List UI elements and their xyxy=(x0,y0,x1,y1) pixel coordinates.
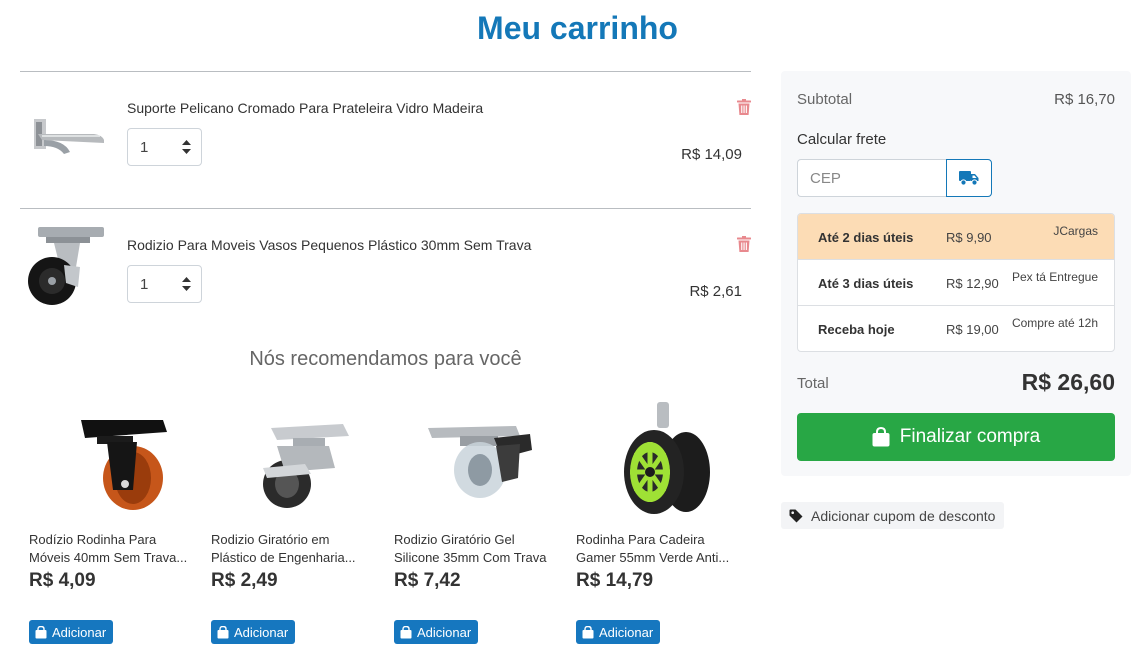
recommendations-title: Nós recomendamos para você xyxy=(249,348,522,370)
total-label: Total xyxy=(797,375,829,392)
cart-item-price: R$ 14,09 xyxy=(681,146,742,163)
shipping-calc-label: Calcular frete xyxy=(797,131,887,148)
product-name[interactable]: Rodizio Giratório Gel Silicone 35mm Com … xyxy=(394,531,566,567)
sort-arrows-icon xyxy=(182,277,191,291)
shipping-price: R$ 12,90 xyxy=(946,276,999,291)
shipping-price: R$ 19,00 xyxy=(946,322,999,337)
add-to-cart-button[interactable]: Adicionar xyxy=(394,620,479,644)
cart-item: Suporte Pelicano Cromado Para Prateleira… xyxy=(20,72,751,192)
cart-item: Rodizio Para Moveis Vasos Pequenos Plást… xyxy=(20,209,751,329)
product-image[interactable] xyxy=(598,398,724,518)
product-image[interactable] xyxy=(233,398,359,518)
quantity-value: 1 xyxy=(140,276,149,293)
coupon-label: Adicionar cupom de desconto xyxy=(811,507,996,524)
add-to-cart-button[interactable]: Adicionar xyxy=(29,620,114,644)
calculate-shipping-button[interactable] xyxy=(946,159,992,197)
shipping-options: Até 2 dias úteis R$ 9,90 JCargas Até 3 d… xyxy=(797,213,1115,352)
checkout-label: Finalizar compra xyxy=(899,426,1041,447)
shipping-days: Receba hoje xyxy=(818,322,895,337)
product-price: R$ 2,49 xyxy=(211,570,278,591)
shipping-price: R$ 9,90 xyxy=(946,230,992,245)
order-summary: Subtotal R$ 16,70 Calcular frete Até 2 d… xyxy=(781,71,1131,476)
shelf-bracket-image xyxy=(34,119,104,154)
trash-icon[interactable] xyxy=(737,99,751,115)
truck-icon xyxy=(959,171,979,186)
shopping-bag-icon xyxy=(400,625,412,638)
subtotal-label: Subtotal xyxy=(797,91,853,108)
add-coupon-button[interactable]: Adicionar cupom de desconto xyxy=(781,502,1005,529)
recommended-product: Rodizio Giratório em Plástico de Engenha… xyxy=(211,398,383,648)
cart-item-price: R$ 2,61 xyxy=(689,283,742,300)
product-image[interactable] xyxy=(51,398,177,518)
checkout-button[interactable]: Finalizar compra xyxy=(797,413,1115,461)
recommended-product: Rodizio Giratório Gel Silicone 35mm Com … xyxy=(394,398,566,648)
recommended-product: Rodízio Rodinha Para Móveis 40mm Sem Tra… xyxy=(29,398,201,648)
add-to-cart-button[interactable]: Adicionar xyxy=(576,620,661,644)
cart-item-name[interactable]: Rodizio Para Moveis Vasos Pequenos Plást… xyxy=(127,237,531,253)
subtotal-row: Subtotal R$ 16,70 xyxy=(797,91,1115,108)
cart-item-name[interactable]: Suporte Pelicano Cromado Para Prateleira… xyxy=(127,100,483,116)
tag-icon xyxy=(789,509,803,522)
product-name[interactable]: Rodinha Para Cadeira Gamer 55mm Verde An… xyxy=(576,531,748,567)
total-value: R$ 26,60 xyxy=(1021,369,1115,395)
add-to-cart-button[interactable]: Adicionar xyxy=(211,620,296,644)
cep-input[interactable] xyxy=(797,159,947,197)
shipping-carrier: Pex tá Entregue xyxy=(1011,270,1098,284)
shipping-days: Até 3 dias úteis xyxy=(818,276,914,291)
sort-arrows-icon xyxy=(182,140,191,154)
shipping-option[interactable]: Receba hoje R$ 19,00 Compre até 12h xyxy=(798,306,1114,351)
shopping-bag-icon xyxy=(35,625,47,638)
shipping-option[interactable]: Até 3 dias úteis R$ 12,90 Pex tá Entregu… xyxy=(798,260,1114,306)
trash-icon[interactable] xyxy=(737,236,751,252)
product-image[interactable] xyxy=(416,398,542,518)
shopping-bag-icon xyxy=(217,625,229,638)
page-title: Meu carrinho xyxy=(477,10,678,46)
subtotal-value: R$ 16,70 xyxy=(1054,91,1115,108)
shipping-option[interactable]: Até 2 dias úteis R$ 9,90 JCargas xyxy=(798,214,1114,260)
quantity-value: 1 xyxy=(140,139,149,156)
product-price: R$ 14,79 xyxy=(576,570,654,591)
caster-wheel-image xyxy=(28,227,104,305)
product-name[interactable]: Rodízio Rodinha Para Móveis 40mm Sem Tra… xyxy=(29,531,201,567)
product-name[interactable]: Rodizio Giratório em Plástico de Engenha… xyxy=(211,531,383,567)
shipping-days: Até 2 dias úteis xyxy=(818,230,914,245)
quantity-select[interactable]: 1 xyxy=(127,128,202,166)
shipping-carrier: Compre até 12h xyxy=(1011,316,1098,330)
shopping-bag-icon xyxy=(582,625,594,638)
product-price: R$ 7,42 xyxy=(394,570,461,591)
shipping-carrier: JCargas xyxy=(1053,224,1098,238)
shopping-bag-icon xyxy=(872,427,890,447)
quantity-select[interactable]: 1 xyxy=(127,265,202,303)
product-price: R$ 4,09 xyxy=(29,570,96,591)
recommended-product: Rodinha Para Cadeira Gamer 55mm Verde An… xyxy=(576,398,748,648)
